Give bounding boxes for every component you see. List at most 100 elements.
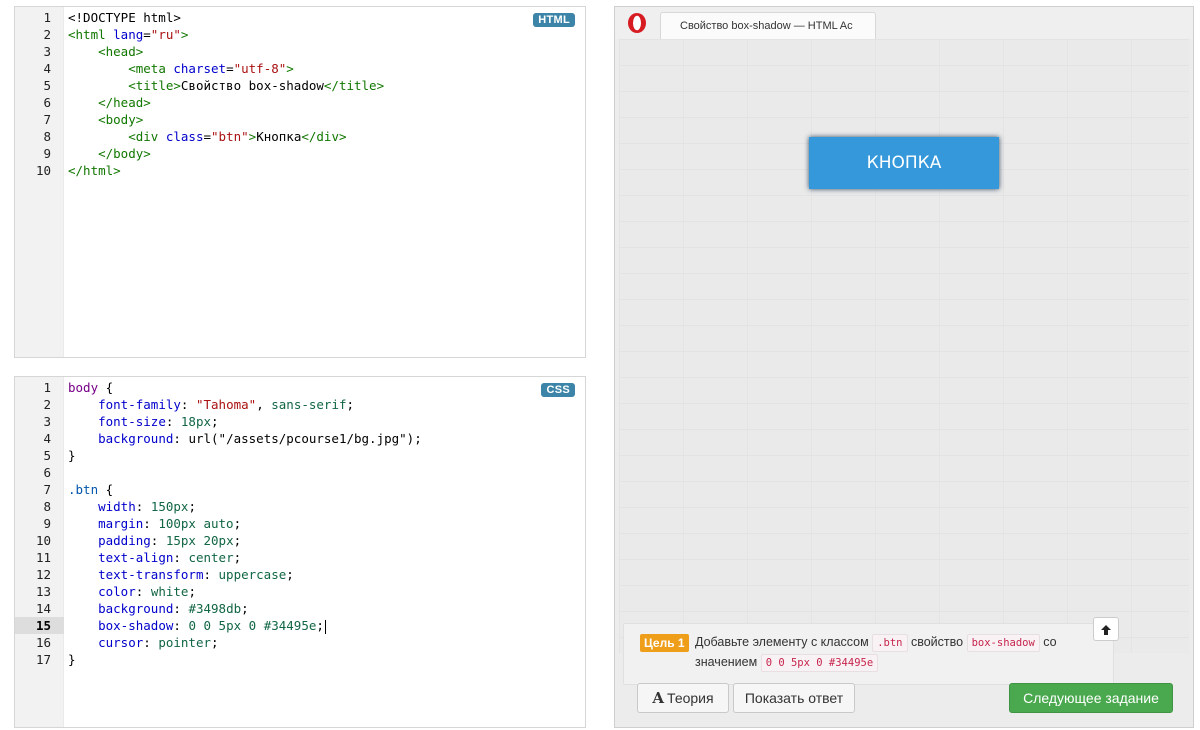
code-text: </html> — [68, 162, 121, 179]
code-token: : — [180, 397, 196, 412]
code-text: width: 150px; — [68, 498, 196, 515]
code-line[interactable]: 16 cursor: pointer; — [15, 634, 585, 651]
code-line[interactable]: 10 </html> — [15, 162, 585, 179]
code-token: ; — [233, 533, 242, 548]
preview-window: Свойство box-shadow — HTML Ac Кнопка Цел… — [614, 6, 1194, 728]
task-description: Добавьте элементу с классом .btn свойств… — [695, 632, 1095, 672]
line-number: 6 — [43, 465, 51, 480]
code-line[interactable]: 1 body { — [15, 379, 585, 396]
code-line[interactable]: 15 box-shadow: 0 0 5px 0 #34495e; — [15, 617, 585, 634]
code-token: <meta — [128, 61, 174, 76]
code-line[interactable]: 10 padding: 15px 20px; — [15, 532, 585, 549]
theory-icon: A — [652, 689, 665, 707]
code-line[interactable]: 13 color: white; — [15, 583, 585, 600]
theory-button[interactable]: A Теория — [637, 683, 729, 713]
code-token: , — [256, 397, 272, 412]
code-token: font-size — [98, 414, 166, 429]
line-number: 14 — [35, 601, 51, 616]
code-token: ; — [316, 618, 324, 633]
html-code-lines[interactable]: 1 <!DOCTYPE html> 2 <html lang="ru"> 3 <head… — [15, 9, 585, 179]
code-line[interactable]: 7 .btn { — [15, 481, 585, 498]
line-number: 8 — [43, 129, 51, 144]
code-line[interactable]: 17} — [15, 651, 585, 668]
code-token: "btn" — [211, 129, 249, 144]
code-token: { — [98, 482, 114, 497]
css-language-badge: CSS — [541, 383, 575, 397]
code-token: <!DOCTYPE html> — [68, 10, 181, 25]
code-line[interactable]: 12 text-transform: uppercase; — [15, 566, 585, 583]
code-text: font-size: 18px; — [68, 413, 219, 430]
code-text: <head> — [68, 43, 143, 60]
demo-button[interactable]: Кнопка — [809, 137, 999, 189]
css-code-lines[interactable]: 1 body {2 font-family: "Tahoma", sans-ser… — [15, 379, 585, 668]
line-number: 1 — [43, 380, 51, 395]
code-token: ; — [414, 431, 422, 446]
collapse-task-button[interactable] — [1093, 617, 1119, 641]
code-token: text-align — [98, 550, 174, 565]
code-token: } — [68, 652, 76, 667]
code-line[interactable]: 9 </body> — [15, 145, 585, 162]
task-code-value: 0 0 5px 0 #34495e — [760, 654, 879, 672]
code-token: ; — [233, 516, 242, 531]
show-answer-button[interactable]: Показать ответ — [733, 683, 855, 713]
code-text: background: #3498db; — [68, 600, 249, 617]
code-line[interactable]: 8 width: 150px; — [15, 498, 585, 515]
code-token: </title> — [323, 78, 385, 93]
code-token: charset — [173, 61, 227, 76]
code-token: Кнопка — [256, 129, 302, 144]
code-line[interactable]: 3 font-size: 18px; — [15, 413, 585, 430]
code-token: margin — [98, 516, 144, 531]
code-text: .btn { — [68, 481, 113, 498]
code-line[interactable]: 2 font-family: "Tahoma", sans-serif; — [15, 396, 585, 413]
next-task-button[interactable]: Следующее задание — [1009, 683, 1173, 713]
line-number: 6 — [43, 95, 51, 110]
code-token: 0 0 5px 0 #34495e — [188, 618, 317, 633]
code-token: 100px auto — [158, 516, 234, 531]
code-line[interactable]: 11 text-align: center; — [15, 549, 585, 566]
code-line[interactable]: 6 — [15, 464, 585, 481]
code-line[interactable]: 2 <html lang="ru"> — [15, 26, 585, 43]
code-token: background — [98, 431, 174, 446]
code-line[interactable]: 4 <meta charset="utf-8"> — [15, 60, 585, 77]
code-line[interactable]: 3 <head> — [15, 43, 585, 60]
code-token: > — [180, 27, 189, 42]
code-line[interactable]: 4 background: url("/assets/pcourse1/bg.j… — [15, 430, 585, 447]
code-token: 18px — [180, 414, 212, 429]
css-editor[interactable]: 1 body {2 font-family: "Tahoma", sans-ser… — [14, 376, 586, 728]
code-token: : — [173, 431, 189, 446]
code-text: body { — [68, 379, 113, 396]
code-line[interactable]: 7 <body> — [15, 111, 585, 128]
code-line[interactable]: 5} — [15, 447, 585, 464]
line-number: 12 — [35, 567, 51, 582]
code-token: : — [173, 618, 189, 633]
code-line[interactable]: 8 <div class="btn">Кнопка</div> — [15, 128, 585, 145]
code-token: } — [68, 448, 76, 463]
browser-tab[interactable]: Свойство box-shadow — HTML Ac — [660, 12, 876, 39]
code-token: box-shadow — [98, 618, 174, 633]
code-token: : — [150, 533, 166, 548]
code-line[interactable]: 5 <title>Свойство box-shadow</title> — [15, 77, 585, 94]
code-token: "Tahoma" — [195, 397, 257, 412]
line-number: 2 — [43, 27, 51, 42]
code-text: cursor: pointer; — [68, 634, 218, 651]
code-line[interactable]: 6 </head> — [15, 94, 585, 111]
code-line[interactable]: 1 <!DOCTYPE html> — [15, 9, 585, 26]
code-token: white — [150, 584, 189, 599]
code-token: 15px 20px — [165, 533, 234, 548]
html-editor[interactable]: 1 <!DOCTYPE html> 2 <html lang="ru"> 3 <head… — [14, 6, 586, 358]
code-token: 150px — [150, 499, 189, 514]
code-line[interactable]: 14 background: #3498db; — [15, 600, 585, 617]
code-text: margin: 100px auto; — [68, 515, 241, 532]
code-token: ; — [211, 414, 219, 429]
line-number: 3 — [43, 414, 51, 429]
code-token: : — [165, 414, 181, 429]
line-number: 10 — [35, 163, 51, 178]
code-token: = — [203, 129, 212, 144]
code-text: </body> — [68, 145, 151, 162]
code-line[interactable]: 9 margin: 100px auto; — [15, 515, 585, 532]
line-number: 3 — [43, 44, 51, 59]
code-token: Свойство box-shadow — [180, 78, 324, 93]
